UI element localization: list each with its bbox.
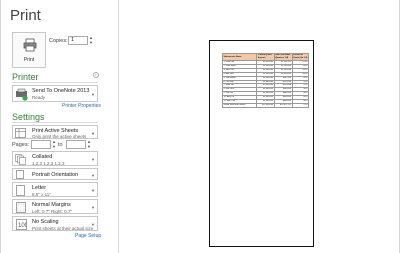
chevron-down-icon: ▼ — [91, 157, 95, 162]
preview-cell: Grand Total of All Sellers — [221, 102, 258, 108]
copies-label: Copies: — [49, 38, 68, 44]
collation-select[interactable]: Collated 1,2,3 1,2,3 1,2,3 ▼ — [12, 151, 98, 166]
chevron-down-icon: ▼ — [91, 92, 95, 97]
chevron-down-icon: ▼ — [91, 205, 95, 210]
margins-select[interactable]: Normal Margins Left: 0.7" Right: 0.7" ▼ — [12, 199, 98, 214]
printer-icon — [23, 38, 37, 52]
preview-cell: 97% — [291, 102, 310, 108]
pages-label: Pages: — [12, 142, 30, 148]
sheet-icon — [15, 128, 26, 138]
print-preview-panel: Salesperson Name Current Quota Amount Tota… — [118, 0, 400, 253]
collation-label: Collated — [32, 154, 53, 160]
margins-desc: Left: 0.7" Right: 0.7" — [32, 208, 72, 214]
divider — [12, 122, 98, 123]
preview-header-cell: Current Quota Amount — [256, 53, 275, 61]
chevron-down-icon: ▼ — [91, 222, 95, 227]
print-backstage: Print Print Copies: 1 ▲ ▼ Printer i Send… — [0, 0, 400, 253]
preview-sheet: Salesperson Name Current Quota Amount Tota… — [221, 53, 310, 108]
paper-icon — [16, 185, 25, 196]
copies-stepper[interactable]: ▲ ▼ — [89, 35, 94, 46]
printer-properties-link[interactable]: Printer Properties — [62, 103, 101, 109]
chevron-down-icon: ▼ — [91, 131, 95, 136]
printer-name: Send To OneNote 2013 — [32, 88, 90, 94]
preview-header-cell: Total Year Sales (Quarters 1-4) — [273, 53, 293, 61]
collate-icon — [15, 154, 26, 165]
preview-cell: $11,000,000 — [256, 102, 275, 108]
pages-from-input[interactable] — [31, 140, 51, 149]
print-what-desc: Only print the active sheets — [32, 134, 87, 139]
scaling-icon: 100 — [16, 219, 27, 230]
print-settings-panel: Print Print Copies: 1 ▲ ▼ Printer i Send… — [1, 0, 118, 253]
page-setup-link[interactable]: Page Setup — [75, 233, 101, 239]
preview-page: Salesperson Name Current Quota Amount Tota… — [209, 40, 314, 247]
divider — [12, 82, 98, 83]
chevron-down-icon[interactable]: ▼ — [89, 40, 94, 46]
scaling-label: No Scaling — [32, 219, 59, 225]
pages-to-stepper[interactable]: ▲ ▼ — [87, 139, 92, 149]
preview-cell: $10,672,221 — [273, 102, 293, 108]
preview-row: Grand Total of All Sellers $11,000,000 $10… — [221, 102, 310, 108]
orientation-icon — [16, 170, 24, 179]
orientation-select[interactable]: Portrait Orientation ▼ — [12, 168, 98, 180]
scaling-select[interactable]: 100 No Scaling Print sheets at their act… — [12, 216, 98, 231]
preview-table: Salesperson Name Current Quota Amount Tota… — [221, 53, 310, 108]
paper-size-select[interactable]: Letter 8.5" x 11" ▼ — [12, 182, 98, 197]
print-what-select[interactable]: Print Active Sheets Only print the activ… — [12, 125, 98, 139]
paper-size-label: Letter — [32, 185, 47, 191]
preview-header-row: Salesperson Name Current Quota Amount Tota… — [221, 53, 310, 61]
svg-text:100: 100 — [18, 223, 27, 229]
printer-status-icon — [16, 88, 28, 101]
chevron-down-icon: ▼ — [91, 188, 95, 193]
info-icon[interactable]: i — [93, 72, 99, 78]
margins-icon — [16, 202, 26, 213]
printer-status: Ready — [32, 95, 46, 100]
pages-to-input[interactable] — [66, 140, 86, 149]
printer-heading: Printer — [12, 72, 39, 82]
preview-header-cell: Salesperson Name — [221, 53, 258, 61]
orientation-label: Portrait Orientation — [32, 172, 79, 178]
to-label: to — [58, 142, 63, 148]
collation-desc: 1,2,3 1,2,3 1,2,3 — [32, 160, 65, 166]
preview-header-cell: Percent of Quota (Qtr 1-4) — [291, 53, 310, 61]
paper-size-desc: 8.5" x 11" — [32, 191, 51, 197]
pages-from-stepper[interactable]: ▲ ▼ — [52, 139, 57, 149]
margins-label: Normal Margins — [32, 202, 71, 208]
print-button[interactable]: Print — [12, 32, 46, 68]
printer-select[interactable]: Send To OneNote 2013 Ready ▼ — [12, 85, 98, 102]
page-title: Print — [10, 7, 41, 24]
copies-input[interactable]: 1 — [68, 36, 88, 45]
settings-heading: Settings — [12, 112, 45, 122]
scaling-desc: Print sheets at their actual size — [32, 225, 94, 231]
chevron-down-icon: ▼ — [91, 173, 95, 178]
print-button-label: Print — [23, 57, 35, 63]
